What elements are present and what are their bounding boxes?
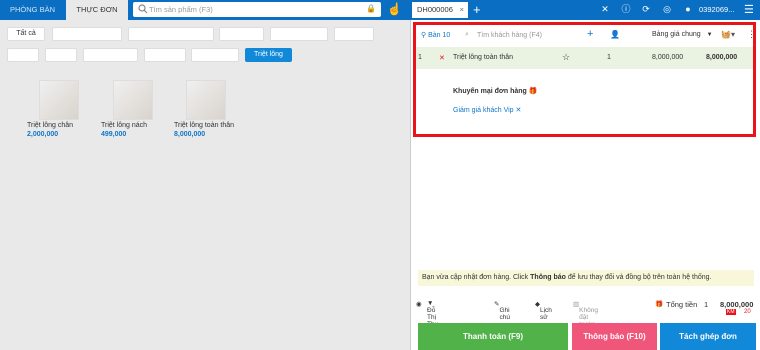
pointer-hand-icon[interactable]: ☝	[387, 2, 403, 18]
total-qty: 1	[704, 300, 709, 309]
user-icon[interactable]: ●	[682, 3, 694, 15]
product-image	[186, 80, 226, 120]
gift-icon: 🎁	[528, 88, 538, 95]
product-search-input[interactable]: Tìm sản phẩm (F3) 🔒	[133, 2, 381, 17]
table-label[interactable]: ⚲ Bàn 10	[421, 31, 450, 39]
add-order-icon[interactable]: +	[473, 0, 485, 20]
notice-link[interactable]: Thông báo	[530, 274, 566, 281]
total-label: Tổng tiền	[666, 300, 698, 309]
line-item-total: 8,000,000	[706, 54, 738, 61]
basket-icon[interactable]: 🧺▾	[721, 30, 735, 39]
hamburger-menu-icon[interactable]: ☰	[744, 3, 754, 16]
remove-item-icon[interactable]: ✕	[439, 54, 445, 62]
category-chip-all[interactable]: Tất cả	[7, 27, 45, 41]
category-chip[interactable]	[144, 48, 186, 62]
split-merge-button[interactable]: Tách ghép đơn	[660, 323, 756, 350]
search-placeholder: Tìm sản phẩm (F3)	[149, 5, 213, 14]
menu-panel	[0, 20, 410, 350]
signal-off-icon[interactable]: ✕	[599, 3, 611, 15]
category-chip[interactable]	[7, 48, 39, 62]
tab-rooms[interactable]: PHÒNG BÀN	[0, 0, 65, 20]
close-icon[interactable]: ×	[460, 2, 464, 18]
product-name: Triệt lông nách	[101, 122, 148, 129]
note-button[interactable]: ✎ Ghi chú	[494, 300, 510, 321]
customer-row: ⚲ Bàn 10 ⌕ Tìm khách hàng (F4) + 👤 Bảng …	[419, 27, 756, 45]
product-price: 2,000,000	[27, 131, 59, 138]
total-amount: 8,000,000	[720, 300, 754, 309]
more-options-icon[interactable]: ⋮	[747, 29, 756, 40]
notice-text-end: để lưu thay đổi và đồng bộ trên toàn hệ …	[567, 274, 712, 281]
category-chip[interactable]	[52, 27, 122, 41]
guest-icon[interactable]: 👤	[610, 30, 620, 39]
product-image	[113, 80, 153, 120]
category-chip[interactable]	[45, 48, 77, 62]
category-chip[interactable]	[83, 48, 138, 62]
user-phone[interactable]: 0392069...	[699, 5, 734, 14]
update-notice: Bạn vừa cập nhật đơn hàng. Click Thông b…	[418, 270, 754, 286]
add-customer-icon[interactable]: +	[587, 28, 593, 40]
price-list-select[interactable]: Bảng giá chung ▼	[652, 31, 713, 38]
product-name: Triệt lông chân	[27, 122, 74, 129]
no-booking-button[interactable]: ▥ Không đặt trước	[573, 300, 598, 328]
line-index: 1	[418, 54, 422, 61]
search-icon: ⌕	[465, 31, 469, 38]
promo-badge: KM	[726, 309, 736, 315]
search-icon	[138, 4, 148, 14]
order-tab-label: DH000006	[417, 5, 453, 14]
customer-search-placeholder: Tìm khách hàng (F4)	[477, 32, 542, 39]
line-item-qty[interactable]: 1	[607, 54, 611, 61]
category-chip[interactable]	[334, 27, 374, 41]
vip-discount[interactable]: Giảm giá khách Vip ✕	[453, 106, 538, 114]
tab-menu[interactable]: THỰC ĐƠN	[66, 0, 128, 20]
product-image	[39, 80, 79, 120]
product-card[interactable]: Triệt lông chân 2,000,000	[27, 80, 97, 138]
close-icon[interactable]: ✕	[516, 107, 522, 114]
history-button[interactable]: ◆ Lịch sử	[535, 300, 552, 321]
category-chip[interactable]	[191, 48, 239, 62]
promo-icon[interactable]: 🎁	[655, 300, 663, 308]
order-line-item[interactable]: 1 ✕ Triệt lông toàn thân ☆ 1 8,000,000 8…	[416, 47, 753, 69]
promo-count: 20	[744, 309, 751, 315]
promotion-title: Khuyến mại đơn hàng	[453, 88, 527, 95]
order-footer: ◉ Đỗ Thị Thu Trà ▼ ✎ Ghi chú ◆ Lịch sử ▥…	[414, 293, 756, 335]
category-chip-triet-long[interactable]: Triệt lông	[245, 48, 292, 62]
category-chip[interactable]	[128, 27, 214, 41]
order-details-box: ⚲ Bàn 10 ⌕ Tìm khách hàng (F4) + 👤 Bảng …	[413, 22, 756, 137]
order-tab[interactable]: DH000006 ×	[412, 2, 468, 18]
staff-select[interactable]: Đỗ Thị Thu Trà ▼	[427, 300, 438, 335]
product-card[interactable]: Triệt lông nách 499,000	[101, 80, 171, 138]
product-price: 499,000	[101, 131, 127, 138]
info-icon[interactable]: ⓘ	[620, 3, 632, 15]
staff-icon: ◉	[416, 301, 422, 308]
product-price: 8,000,000	[174, 131, 206, 138]
category-chip[interactable]	[270, 27, 328, 41]
product-card[interactable]: Triệt lông toàn thân 8,000,000	[174, 80, 244, 138]
category-chip[interactable]	[219, 27, 264, 41]
star-icon[interactable]: ☆	[562, 52, 570, 63]
sync-icon[interactable]: ⟳	[640, 3, 652, 15]
globe-icon[interactable]: ◎	[661, 3, 673, 15]
notify-button[interactable]: Thông báo (F10)	[572, 323, 657, 350]
lock-icon[interactable]: 🔒	[366, 4, 376, 13]
notice-text: Bạn vừa cập nhật đơn hàng. Click	[422, 274, 529, 281]
customer-search-input[interactable]: ⌕ Tìm khách hàng (F4)	[463, 30, 593, 43]
product-name: Triệt lông toàn thân	[174, 122, 235, 129]
line-item-unit-price[interactable]: 8,000,000	[652, 54, 683, 61]
line-item-name: Triệt lông toàn thân	[453, 54, 514, 61]
pay-button[interactable]: Thanh toán (F9)	[418, 323, 568, 350]
promotion-section: Khuyến mại đơn hàng 🎁 Giảm giá khách Vip…	[453, 87, 538, 114]
